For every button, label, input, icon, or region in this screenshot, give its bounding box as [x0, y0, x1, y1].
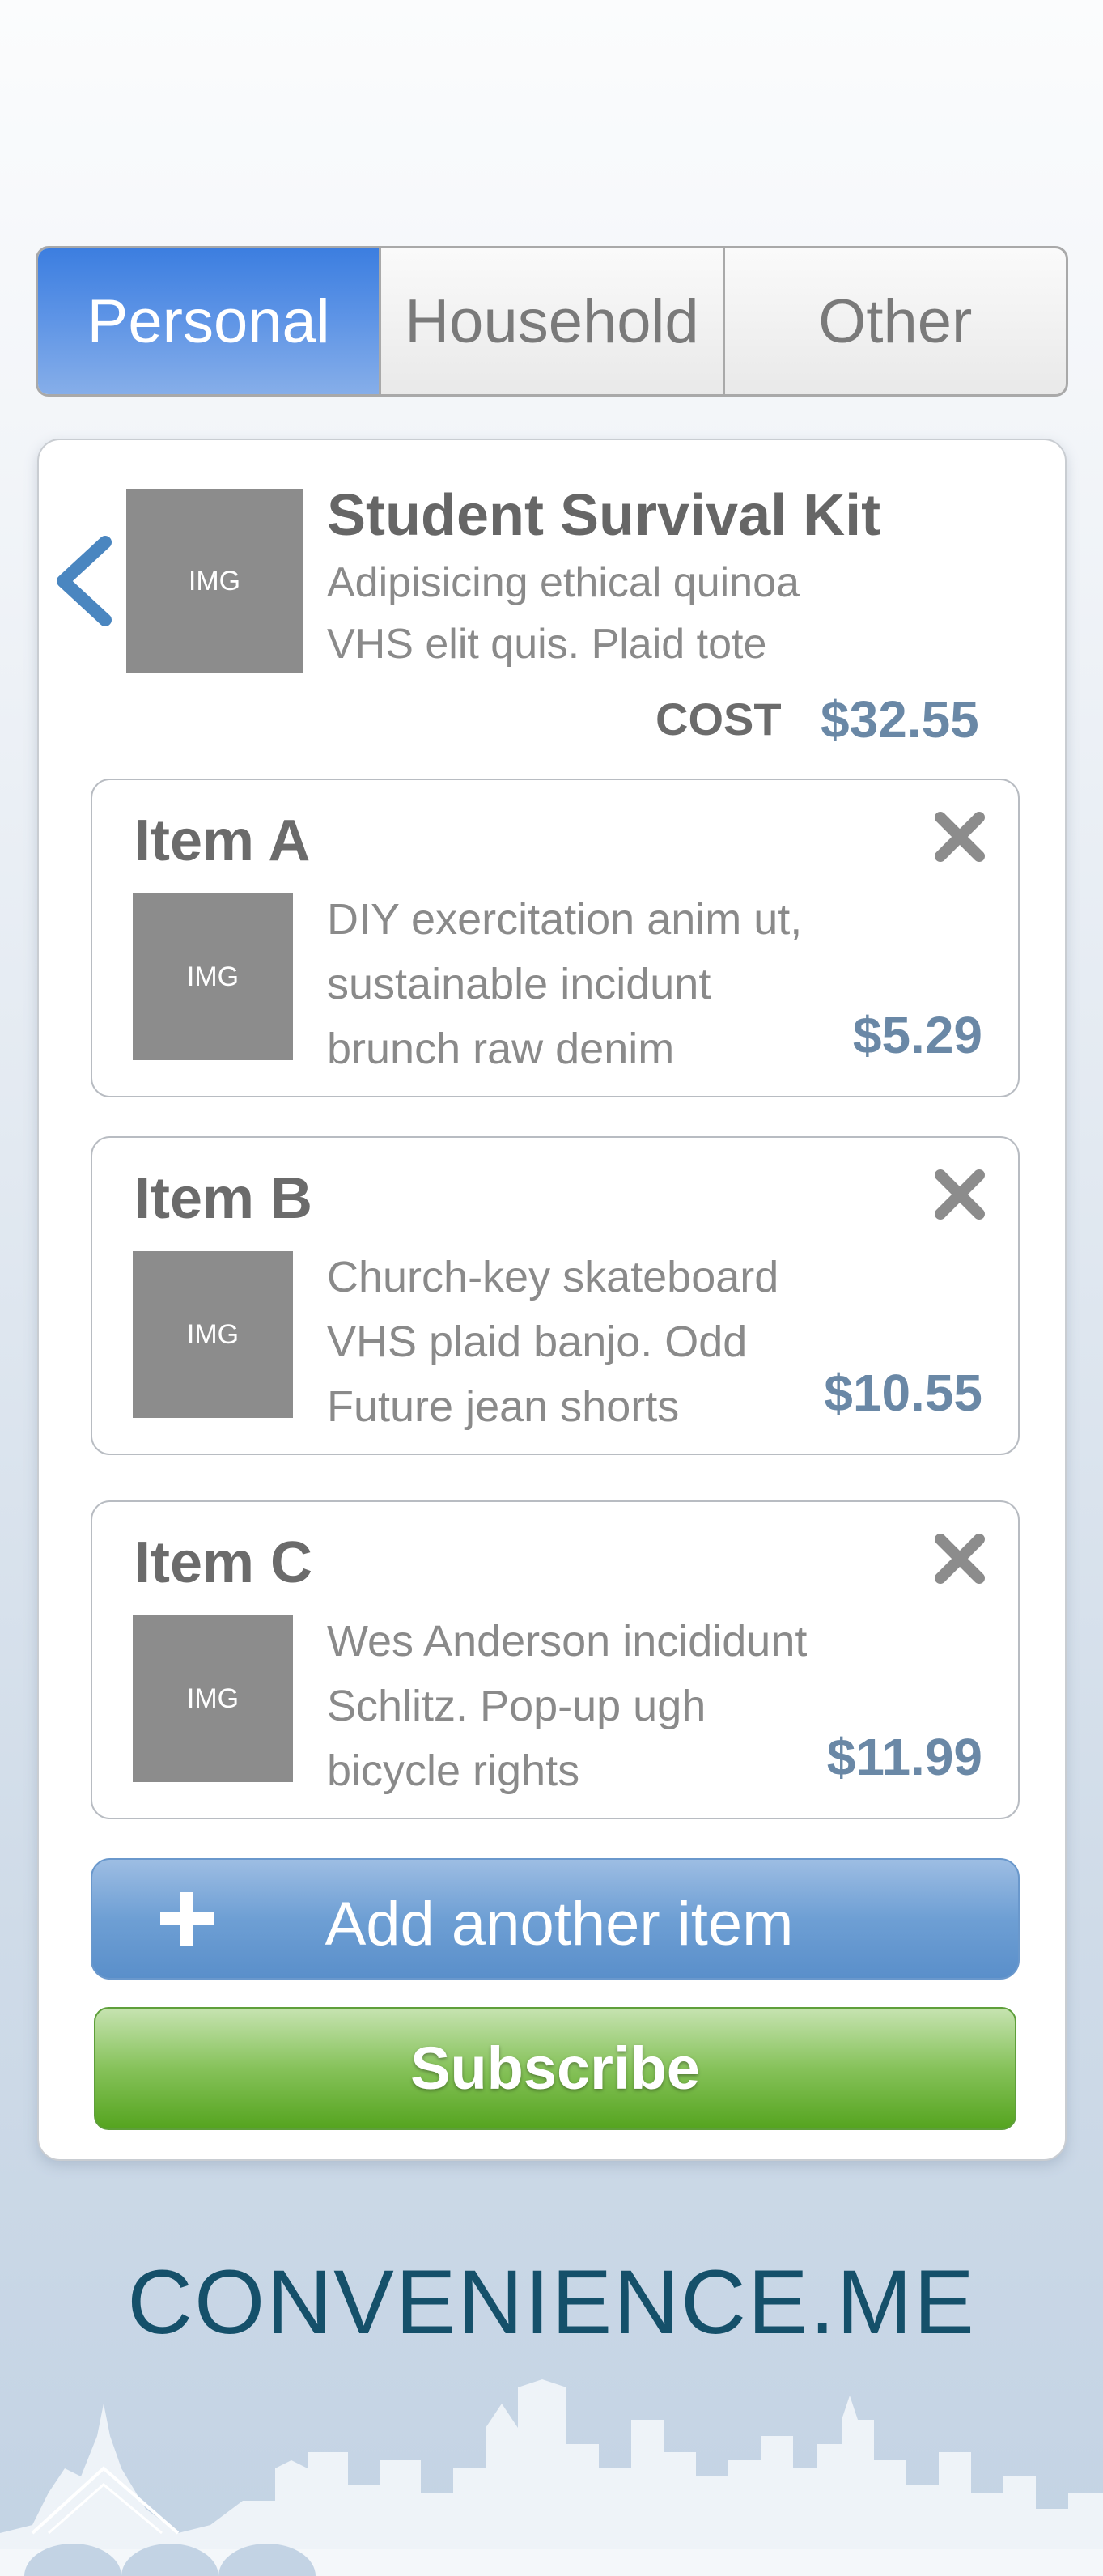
city-skyline-image — [0, 2379, 1103, 2576]
item-title: Item A — [134, 808, 311, 873]
item-price: $11.99 — [826, 1728, 982, 1786]
kit-description: Adipisicing ethical quinoa VHS elit quis… — [327, 559, 800, 668]
add-item-button[interactable]: Add another item — [91, 1858, 1020, 1980]
kit-title: Student Survival Kit — [327, 483, 881, 548]
category-tabs: Personal Household Other — [36, 246, 1068, 397]
add-item-label: Add another item — [325, 1890, 794, 1959]
subscribe-button[interactable]: Subscribe — [94, 2007, 1016, 2130]
item-title: Item B — [134, 1166, 313, 1231]
item-price: $10.55 — [824, 1364, 982, 1422]
item-image: IMG — [133, 893, 293, 1060]
item-description: Church-key skateboard VHS plaid banjo. O… — [327, 1253, 779, 1431]
close-icon[interactable] — [934, 1169, 986, 1220]
item-card: Item C IMG Wes Anderson incididunt Schli… — [91, 1500, 1020, 1819]
item-image: IMG — [133, 1251, 293, 1418]
cost-value: $32.55 — [821, 690, 979, 749]
item-description: DIY exercitation anim ut, sustainable in… — [327, 895, 803, 1073]
item-card: Item B IMG Church-key skateboard VHS pla… — [91, 1136, 1020, 1455]
brand-logo-text: CONVENIENCE.ME — [127, 2251, 976, 2353]
item-image: IMG — [133, 1615, 293, 1782]
tab-other[interactable]: Other — [722, 248, 1066, 394]
close-icon[interactable] — [934, 1533, 986, 1585]
kit-image: IMG — [126, 489, 303, 673]
item-card: Item A IMG DIY exercitation anim ut, sus… — [91, 779, 1020, 1097]
cost-label: COST — [655, 694, 782, 745]
tab-household[interactable]: Household — [379, 248, 722, 394]
tab-personal[interactable]: Personal — [38, 248, 380, 394]
item-title: Item C — [134, 1530, 313, 1595]
item-description: Wes Anderson incididunt Schlitz. Pop-up … — [327, 1617, 808, 1795]
close-icon[interactable] — [934, 811, 986, 863]
chevron-left-icon[interactable] — [49, 533, 121, 630]
item-price: $5.29 — [852, 1006, 982, 1064]
